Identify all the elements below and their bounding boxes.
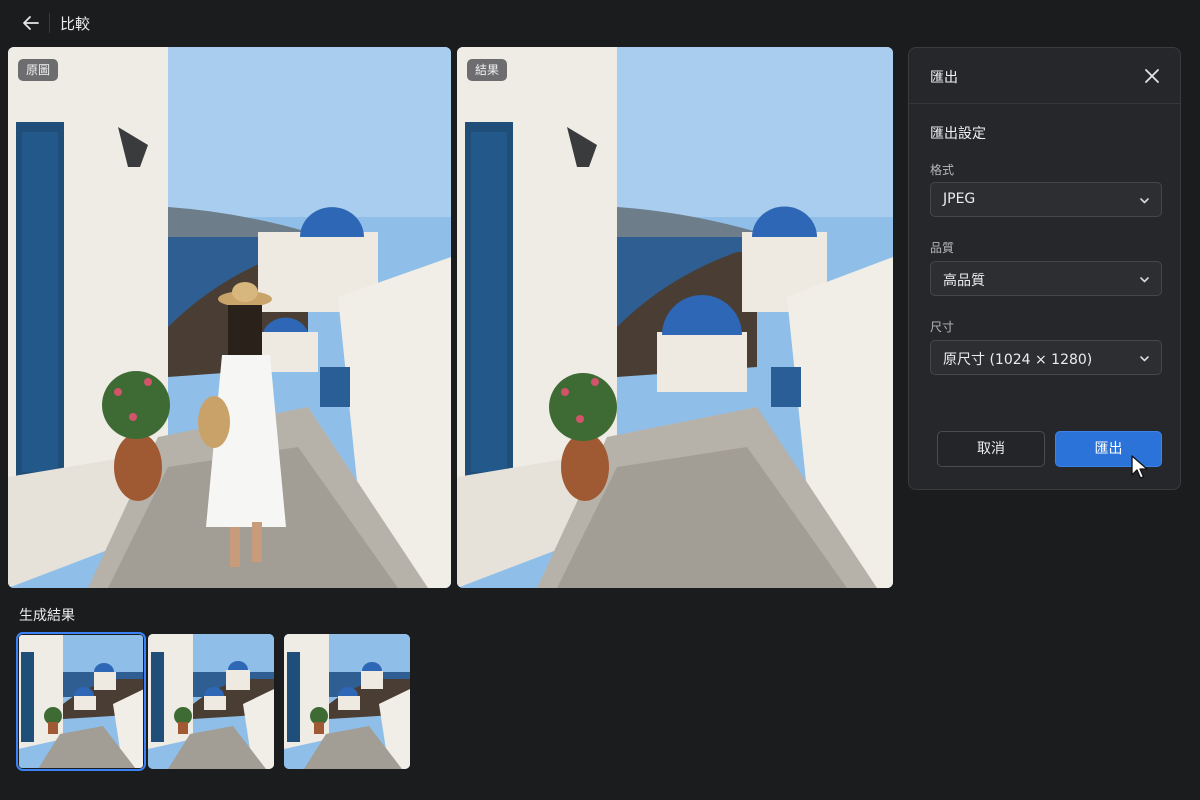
result-badge: 結果 — [467, 59, 508, 81]
top-bar: 比較 — [0, 0, 1200, 46]
result-image-panel: 結果 — [457, 47, 893, 588]
format-value: JPEG — [943, 191, 976, 207]
thumbnail-image — [148, 634, 274, 769]
original-badge: 原圖 — [18, 59, 59, 81]
arrow-left-icon[interactable] — [20, 12, 42, 34]
result-thumbnail-1[interactable] — [16, 632, 146, 771]
cancel-button[interactable]: 取消 — [937, 431, 1045, 467]
chevron-down-icon — [1140, 198, 1149, 204]
original-image-panel: 原圖 — [8, 47, 451, 588]
chevron-down-icon — [1140, 356, 1149, 362]
result-photo — [457, 47, 893, 588]
format-select[interactable]: JPEG — [930, 182, 1162, 217]
export-settings-title: 匯出設定 — [930, 126, 986, 142]
dialog-title: 匯出 — [930, 70, 958, 86]
page-title: 比較 — [60, 15, 91, 33]
quality-value: 高品質 — [943, 273, 985, 289]
size-label: 尺寸 — [930, 320, 955, 334]
thumbnail-image — [18, 634, 144, 769]
dialog-header: 匯出 — [909, 48, 1180, 104]
size-value: 原尺寸 (1024 × 1280) — [943, 352, 1093, 368]
divider — [49, 13, 50, 33]
thumbnail-image — [284, 634, 410, 769]
close-icon[interactable] — [1142, 66, 1162, 86]
quality-select[interactable]: 高品質 — [930, 261, 1162, 296]
format-label: 格式 — [930, 163, 955, 177]
export-dialog: 匯出 匯出設定 格式 JPEG 品質 高品質 尺寸 原尺寸 (1024 × 12… — [908, 47, 1181, 490]
original-photo — [8, 47, 451, 588]
size-select[interactable]: 原尺寸 (1024 × 1280) — [930, 340, 1162, 375]
quality-label: 品質 — [930, 241, 955, 255]
mouse-cursor-icon — [1131, 455, 1148, 479]
chevron-down-icon — [1140, 277, 1149, 283]
results-label: 生成結果 — [19, 608, 75, 624]
result-thumbnail-2[interactable] — [148, 634, 274, 769]
result-thumbnail-3[interactable] — [284, 634, 410, 769]
